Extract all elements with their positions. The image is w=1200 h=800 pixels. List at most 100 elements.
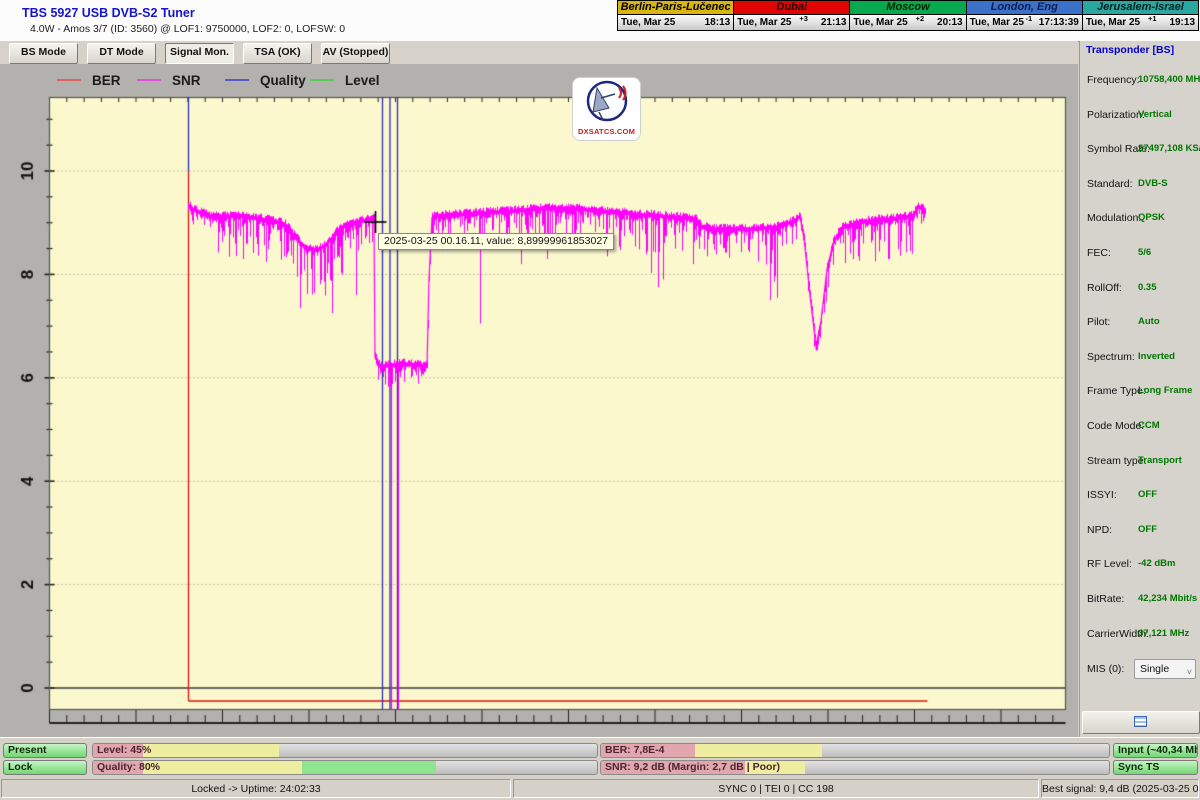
meter-level: Level: 45% — [92, 743, 598, 758]
chevron-down-icon: ˅ — [1187, 663, 1192, 681]
app-title: TBS 5927 USB DVB-S2 Tuner — [22, 6, 195, 20]
clock-time: 20:13 — [937, 17, 963, 28]
clock-time-row: Tue, Mar 25 +2 20:13 — [850, 14, 965, 30]
tab-bs-mode[interactable]: BS Mode — [9, 43, 78, 64]
clock-date: Tue, Mar 25 — [1086, 17, 1140, 28]
list-icon — [1134, 716, 1147, 727]
clock-utc-offset: -1 — [1026, 14, 1038, 23]
transponder-field: Standard: DVB-S — [1080, 168, 1200, 203]
transponder-field: Modulation:QPSK — [1080, 202, 1200, 237]
meter-fill-segment — [143, 761, 302, 774]
clock-time: 18:13 — [705, 17, 731, 28]
satellite-subtitle: 4.0W - Amos 3/7 (ID: 3560) @ LOF1: 97500… — [30, 23, 345, 35]
satellite-dish-icon — [579, 78, 635, 124]
clock-city: Jerusalem-Israel — [1083, 1, 1198, 14]
clock-cell: London, EngTue, Mar 25-117:13:39 — [966, 1, 1082, 30]
tab-signal-mon[interactable]: Signal Mon. — [165, 43, 234, 64]
clock-date: Tue, Mar 25 — [970, 17, 1024, 28]
field-label: RollOff: — [1087, 282, 1122, 294]
status-best-signal: Best signal: 9,4 dB (2025-03-25 02:47) — [1041, 779, 1199, 798]
legend-line-swatch — [137, 79, 161, 81]
signal-chart-canvas[interactable] — [0, 90, 1078, 737]
transponder-field: ISSYI:OFF — [1080, 479, 1200, 514]
clock-time: 21:13 — [821, 17, 847, 28]
transponder-field: Stream type:Transport — [1080, 445, 1200, 480]
field-label: Polarization: — [1087, 109, 1145, 121]
clock-city: Berlin-Paris-Lučenec — [618, 1, 733, 14]
field-value: Auto — [1138, 316, 1160, 327]
tab-dt-mode[interactable]: DT Mode — [87, 43, 156, 64]
field-value: OFF — [1138, 524, 1157, 535]
clock-time-row: Tue, Mar 25 18:13 — [618, 14, 733, 30]
field-value: Inverted — [1138, 351, 1175, 362]
mis-dropdown[interactable]: Single ˅ — [1134, 659, 1196, 679]
clock-time: 19:13 — [1169, 17, 1195, 28]
legend-line-swatch — [57, 79, 81, 81]
legend-label: BER — [92, 73, 121, 88]
badge-lock: Lock — [3, 760, 87, 775]
field-label: Standard: — [1087, 178, 1133, 190]
transponder-field: BitRate:42,234 Mbit/s — [1080, 583, 1200, 618]
watermark-text: DXSATCS.COM — [573, 127, 640, 136]
clock-time: 17:13:39 — [1039, 17, 1079, 28]
clock-time-row: Tue, Mar 25+119:13 — [1083, 14, 1198, 30]
clock-date: Tue, Mar 25 — [621, 17, 675, 28]
clock-city: London, Eng — [967, 1, 1082, 14]
meter-fill-segment — [302, 761, 436, 774]
transponder-field: Spectrum:Inverted — [1080, 341, 1200, 376]
meter-ber: BER: 7,8E-4 — [600, 743, 1110, 758]
clock-utc-offset: +2 — [916, 14, 930, 23]
transponder-sidebar: Transponder [BS] Frequency:10758,400 MHz… — [1079, 41, 1200, 737]
legend-line-swatch — [225, 79, 249, 81]
transponder-title: Transponder [BS] — [1086, 44, 1174, 56]
field-value: CCM — [1138, 420, 1160, 431]
transponder-field: FEC:5/6 — [1080, 237, 1200, 272]
mis-row: MIS (0): Single ˅ — [1080, 658, 1200, 682]
field-value: Long Frame — [1138, 385, 1192, 396]
transponder-field: CarrierWidth:37,121 MHz — [1080, 618, 1200, 653]
signal-chart-zone: BERSNRQualityLevel — [0, 64, 1078, 737]
field-label: RF Level: — [1087, 558, 1132, 570]
field-value: OFF — [1138, 489, 1157, 500]
stream-list-button[interactable] — [1082, 711, 1200, 734]
meter-snr: SNR: 9,2 dB (Margin: 2,7 dB | Poor) — [600, 760, 1110, 775]
clock-time-row: Tue, Mar 25 +3 21:13 — [734, 14, 849, 30]
field-value: 42,234 Mbit/s — [1138, 593, 1197, 604]
badge-present: Present — [3, 743, 87, 758]
field-value: 37,121 MHz — [1138, 628, 1189, 639]
legend-line-swatch — [310, 79, 334, 81]
clock-date: Tue, Mar 25 — [737, 17, 791, 28]
clock-date: Tue, Mar 25 — [853, 17, 907, 28]
legend-label: Level — [345, 73, 380, 88]
top-bar: TBS 5927 USB DVB-S2 Tuner 4.0W - Amos 3/… — [0, 0, 1200, 42]
legend-label: SNR — [172, 73, 201, 88]
tuner-app-window: TBS 5927 USB DVB-S2 Tuner 4.0W - Amos 3/… — [0, 0, 1200, 800]
transponder-field: Pilot:Auto — [1080, 306, 1200, 341]
field-value: 5/6 — [1138, 247, 1151, 258]
field-label: Code Mode: — [1087, 420, 1144, 432]
transponder-field: Frequency:10758,400 MHz — [1080, 64, 1200, 99]
field-value: DVB-S — [1138, 178, 1168, 189]
clock-utc-offset: +3 — [799, 14, 813, 23]
tab-tsa-ok[interactable]: TSA (OK) — [243, 43, 312, 64]
field-label: NPD: — [1087, 524, 1112, 536]
dxsatcs-logo: DXSATCS.COM — [572, 77, 641, 141]
transponder-fields: Frequency:10758,400 MHzPolarization:Vert… — [1080, 64, 1200, 652]
transponder-field: Symbol Rate:27497,108 KS/s — [1080, 133, 1200, 168]
transponder-field: RollOff:0.35 — [1080, 272, 1200, 307]
field-value: 10758,400 MHz — [1138, 74, 1200, 85]
badge-sync-ts: Sync TS — [1113, 760, 1198, 775]
clock-city: Dubai — [734, 1, 849, 14]
field-label: Frame Type: — [1087, 385, 1146, 397]
clock-panel: Berlin-Paris-Lučenec Tue, Mar 25 18:13Duba… — [617, 0, 1199, 31]
field-label: Frequency: — [1087, 74, 1140, 86]
field-value: QPSK — [1138, 212, 1165, 223]
tab-av-stopped[interactable]: AV (Stopped) — [321, 43, 390, 64]
chart-tooltip: 2025-03-25 00.16.11, value: 8,8999996185… — [378, 233, 614, 250]
legend-item-level: Level — [310, 72, 380, 88]
status-sync-counters: SYNC 0 | TEI 0 | CC 198 — [513, 779, 1039, 798]
field-label: Modulation: — [1087, 212, 1141, 224]
clock-time-row: Tue, Mar 25-117:13:39 — [967, 14, 1082, 30]
mis-label: MIS (0): — [1087, 663, 1124, 675]
status-bar: Locked -> Uptime: 24:02:33 SYNC 0 | TEI … — [0, 777, 1200, 800]
